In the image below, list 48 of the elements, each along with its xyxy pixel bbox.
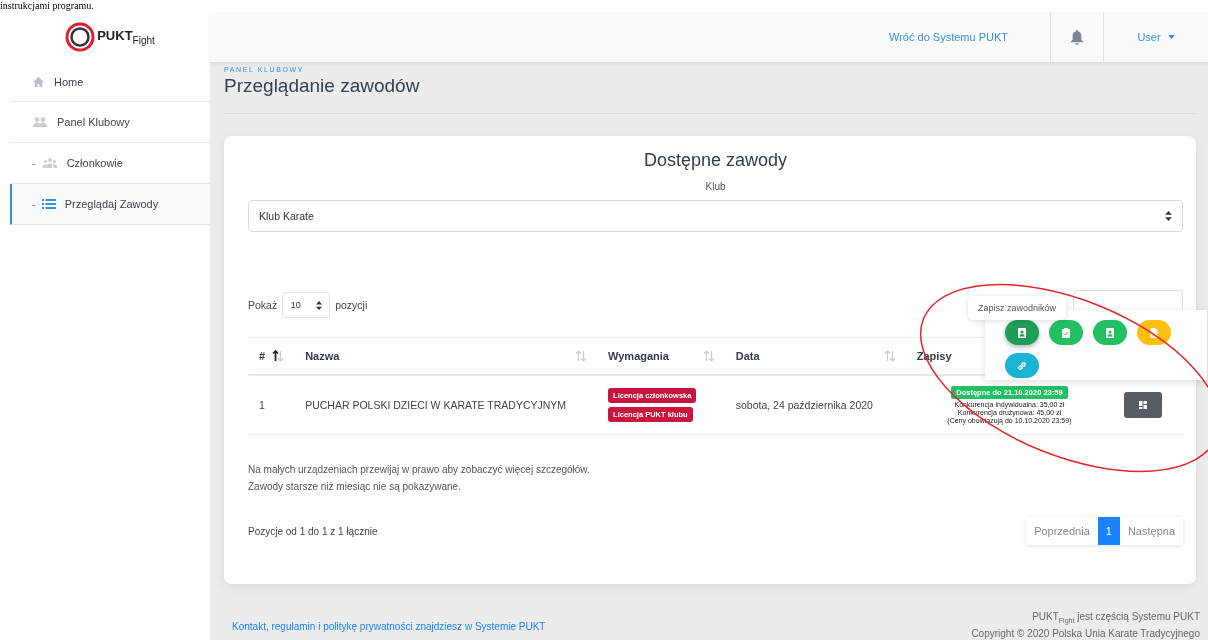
link-icon [1017, 360, 1027, 371]
action-button[interactable] [1137, 320, 1171, 345]
updown-caret-icon [1165, 211, 1172, 221]
length-label: pozycji [335, 299, 368, 311]
logo-text: PUKT$_{Fight}$ [97, 28, 155, 46]
logo-ring-icon [65, 22, 96, 52]
column-header[interactable]: # [259, 350, 266, 362]
field-label: Klub [705, 181, 726, 192]
footer-text: PUKT$_{Fight}$ jest częścią Systemu PUKT [1031, 610, 1200, 627]
action-button[interactable] [1005, 353, 1039, 378]
updown-caret-icon [315, 300, 322, 310]
action-button[interactable] [1049, 320, 1083, 345]
page-title: Przeglądanie zawodów [224, 75, 420, 97]
caret-icon [1167, 35, 1175, 39]
id-card-icon [1017, 327, 1027, 338]
club-select[interactable]: Klub Karate [248, 200, 1183, 232]
sidebar-item[interactable]: - Przeglądaj Zawody [10, 184, 210, 225]
bell-icon[interactable] [1070, 29, 1084, 45]
card-title: Dostępne zawody [643, 150, 788, 171]
pagination-button[interactable]: 1 [1097, 517, 1120, 545]
table-cell: PUCHAR POLSKI DZIECI W KARATE TRADYCYJNYM [305, 399, 567, 411]
entries-info: Pozycje od 1 do 1 z 1 łącznie [248, 525, 378, 537]
length-label: Pokaż [248, 299, 278, 311]
tooltip: Zapisz zawodników [968, 296, 1067, 320]
people-icon [32, 116, 48, 128]
action-button[interactable] [1093, 320, 1127, 345]
list-icon [41, 198, 56, 210]
house-icon [32, 75, 45, 88]
pagination-button[interactable]: Następna [1119, 517, 1183, 545]
actions-button[interactable] [1124, 392, 1163, 418]
note-text: Zawody starsze niż miesiąc nie są pokazywane. [248, 480, 462, 494]
page-size-select[interactable]: 10 [282, 292, 331, 318]
pagination-button[interactable]: Poprzednia [1026, 517, 1098, 545]
note-text: Na małych urządzeniach przewijaj w prawo aby zobaczyć więcej szczegółów. [248, 463, 591, 477]
column-header[interactable]: Nazwa [305, 350, 340, 362]
table-cell: sobota, 24 października 2020 [735, 399, 873, 411]
clipboard-check-icon [1061, 327, 1071, 338]
grid-icon [1139, 401, 1148, 409]
column-header[interactable]: Wymagania [608, 350, 669, 362]
footer-text: Copyright © 2020 Polska Unia Karate Tradycyjnego [971, 627, 1200, 640]
action-button[interactable] [1005, 320, 1039, 345]
group-icon [41, 157, 58, 169]
table-cell: 1 [259, 399, 265, 411]
document-text: instrukcjami programu. [0, 0, 94, 12]
document-icon [1149, 327, 1159, 338]
sort-icon[interactable] [272, 350, 285, 362]
id-card-icon [1105, 327, 1115, 338]
column-header[interactable]: Data [735, 350, 760, 362]
